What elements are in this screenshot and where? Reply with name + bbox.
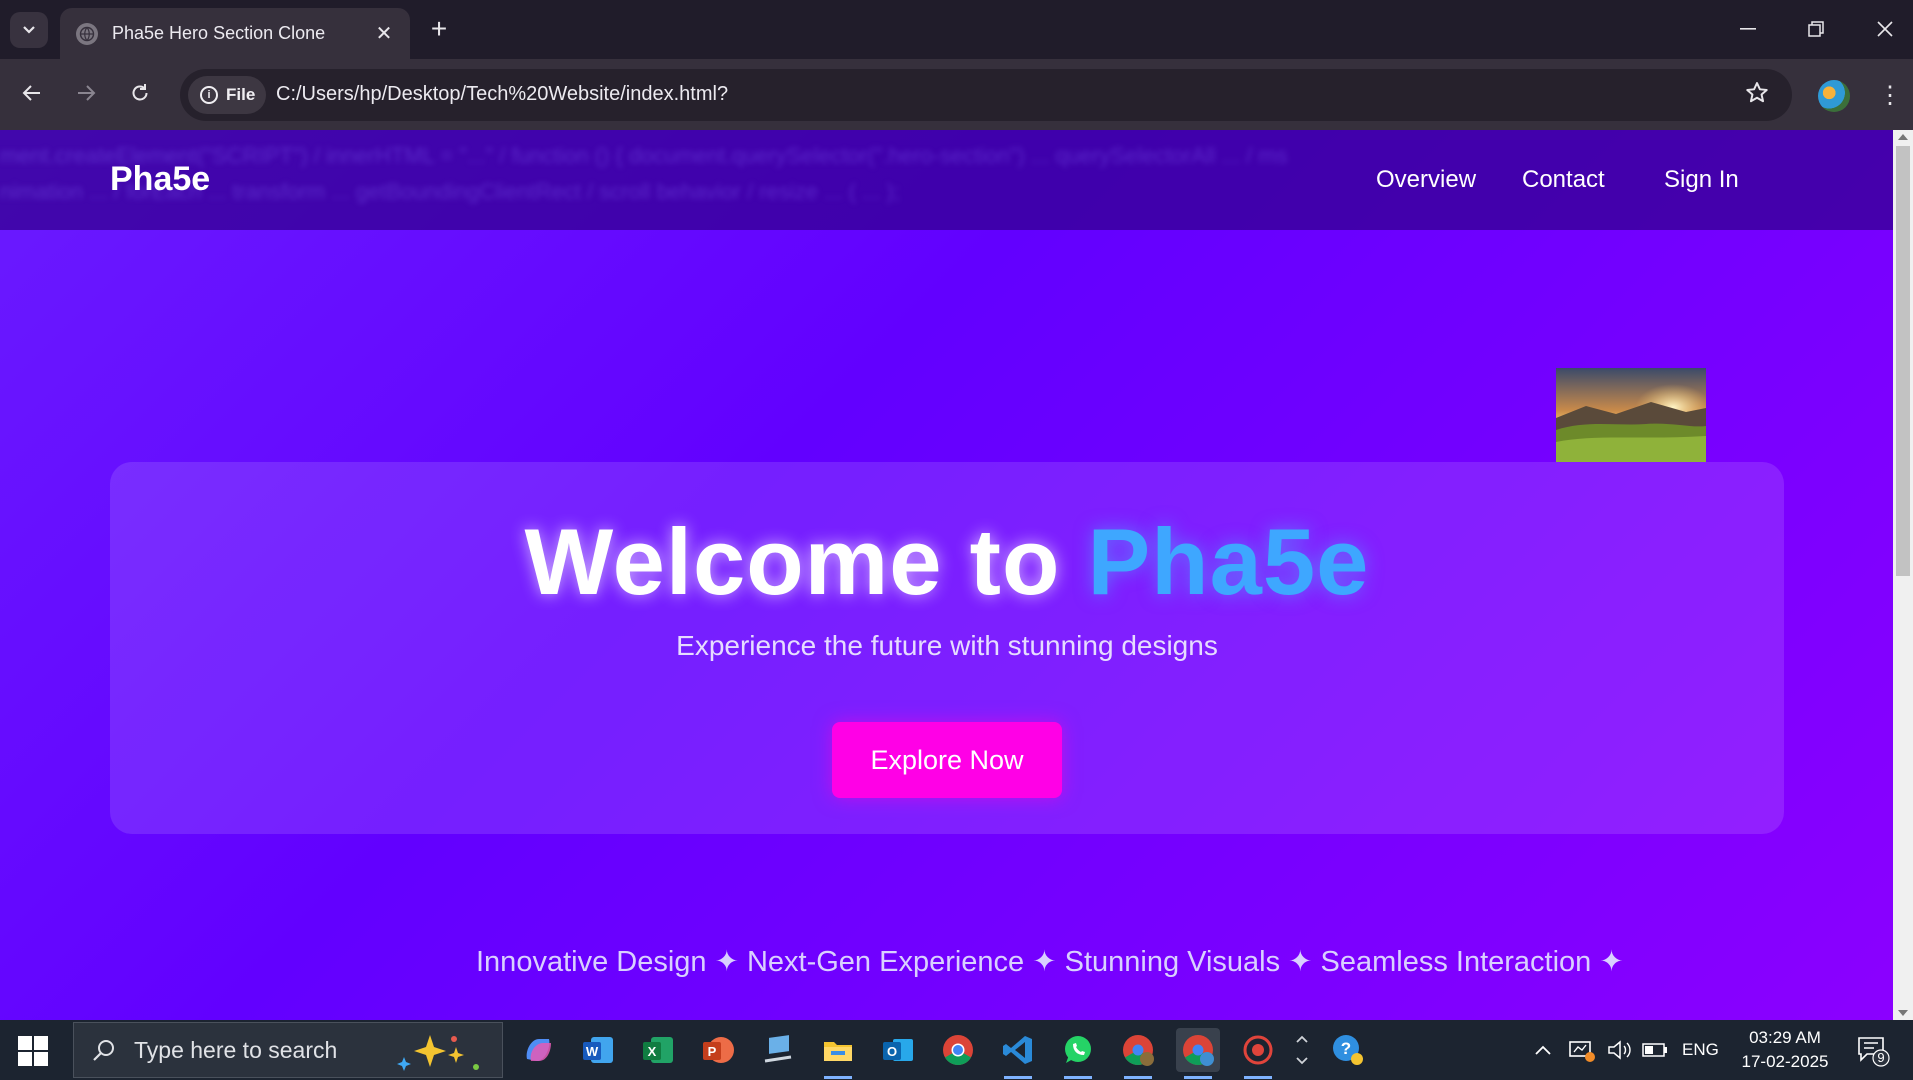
browser-toolbar: i File C:/Users/hp/Desktop/Tech%20Websit… [0,59,1913,130]
active-indicator [1064,1076,1092,1079]
outlook-app-icon[interactable]: O [876,1028,920,1072]
page-scrollbar[interactable] [1893,130,1913,1020]
network-icon[interactable] [1568,1020,1596,1080]
hero-subtitle: Experience the future with stunning desi… [676,630,1218,661]
scroll-up-icon[interactable] [1898,134,1908,140]
back-button[interactable] [12,73,52,113]
landscape-thumbnail [1556,368,1706,462]
search-icon [93,1040,114,1061]
arrow-left-icon [22,85,40,101]
svg-text:P: P [708,1044,717,1059]
close-icon[interactable]: ✕ [372,21,396,46]
chrome-active-app-icon[interactable] [1176,1028,1220,1079]
restore-icon [1808,21,1824,37]
show-hidden-icons-button[interactable] [1534,1020,1552,1080]
search-placeholder: Type here to search [134,1036,338,1063]
windows-taskbar: Type here to search W X P O ? ENG 03:29 … [0,1020,1913,1080]
scroll-down-icon[interactable] [1898,1010,1908,1016]
close-icon [1877,21,1893,37]
scrollbar-thumb[interactable] [1896,146,1910,576]
arrow-right-icon [78,85,96,101]
excel-app-icon[interactable]: X [636,1028,680,1072]
minimize-button[interactable] [1728,12,1768,46]
word-app-icon[interactable]: W [576,1028,620,1072]
minimize-icon [1740,28,1756,30]
restore-button[interactable] [1796,12,1836,46]
notification-count: 9 [1877,1050,1885,1065]
computer-app-icon[interactable] [756,1028,800,1072]
volume-icon[interactable] [1606,1020,1632,1080]
new-tab-button[interactable]: + [424,14,454,44]
globe-icon [76,22,98,45]
clock-date: 17-02-2025 [1741,1052,1829,1071]
blurred-background-text: ment.createElement("SCRIPT") / innerHTML… [0,138,1893,218]
address-bar[interactable]: i File C:/Users/hp/Desktop/Tech%20Websit… [180,69,1792,121]
blurred-line: nimation ... / forEach ... transform ...… [0,179,900,204]
active-indicator [824,1076,852,1079]
bookmark-star-icon[interactable] [1744,80,1770,111]
explore-now-button[interactable]: Explore Now [832,722,1062,798]
nav-link-contact[interactable]: Contact [1522,166,1605,194]
blurred-line: ment.createElement("SCRIPT") / innerHTML… [0,143,1288,168]
taskbar-search-input[interactable]: Type here to search [73,1022,503,1078]
help-app-icon[interactable]: ? [1326,1028,1370,1072]
hero-title: Welcome to Pha5e [110,508,1784,616]
forward-button[interactable] [66,73,106,113]
copilot-app-icon[interactable] [516,1028,560,1072]
notifications-button[interactable]: 9 [1856,1020,1890,1080]
taskbar-scroll-button[interactable] [1290,1028,1314,1072]
site-info-chip[interactable]: i File [188,76,266,114]
browser-tab-active[interactable]: Pha5e Hero Section Clone ✕ [60,8,410,59]
page-viewport: ment.createElement("SCRIPT") / innerHTML… [0,130,1893,1020]
site-navbar: ment.createElement("SCRIPT") / innerHTML… [0,130,1893,230]
site-logo[interactable]: Pha5e [110,160,210,199]
nav-link-overview[interactable]: Overview [1376,166,1476,194]
info-icon: i [200,86,218,104]
hero-title-prefix: Welcome to [524,509,1088,614]
chevron-updown-icon [1296,1035,1308,1065]
svg-text:X: X [648,1044,657,1059]
active-indicator [1244,1076,1272,1079]
tab-search-button[interactable] [10,12,48,48]
nav-link-sign-in[interactable]: Sign In [1664,166,1739,194]
chrome-app-icon[interactable] [936,1028,980,1072]
vscode-app-icon[interactable] [996,1028,1040,1079]
whatsapp-app-icon[interactable] [1056,1028,1100,1079]
feature-marquee: Innovative Design ✦ Next-Gen Experience … [476,946,1624,978]
hero-card: Welcome to Pha5e Experience the future w… [110,462,1784,834]
chevron-up-icon [1535,1045,1551,1055]
active-indicator [1184,1076,1212,1079]
hero-title-accent: Pha5e [1087,509,1370,614]
landscape-image [1556,368,1706,462]
site-info-label: File [226,85,256,104]
svg-text:?: ? [1341,1039,1351,1058]
active-indicator [1004,1076,1032,1079]
tab-title: Pha5e Hero Section Clone [112,23,326,43]
taskbar-clock[interactable]: 03:29 AM 17-02-2025 [1730,1026,1840,1074]
battery-icon[interactable] [1642,1020,1668,1080]
svg-text:O: O [887,1044,897,1059]
powerpoint-app-icon[interactable]: P [696,1028,740,1072]
active-indicator [1124,1076,1152,1079]
chrome-profile-app-icon[interactable] [1116,1028,1160,1079]
browser-tab-strip: Pha5e Hero Section Clone ✕ + [0,0,1913,59]
clock-time: 03:29 AM [1749,1028,1821,1047]
language-indicator[interactable]: ENG [1682,1020,1719,1080]
svg-text:W: W [586,1044,599,1059]
window-close-button[interactable] [1865,12,1905,46]
screen-recorder-app-icon[interactable] [1236,1028,1280,1079]
menu-dots-icon[interactable]: ⋮ [1878,80,1902,112]
profile-avatar[interactable] [1818,80,1850,112]
url-text[interactable]: C:/Users/hp/Desktop/Tech%20Website/index… [276,83,728,106]
copilot-sparkle-icon [397,1035,479,1071]
file-explorer-app-icon[interactable] [816,1028,860,1079]
chevron-down-icon [23,26,35,34]
reload-button[interactable] [120,73,160,113]
reload-icon [132,84,148,101]
windows-start-icon[interactable] [18,1036,48,1066]
